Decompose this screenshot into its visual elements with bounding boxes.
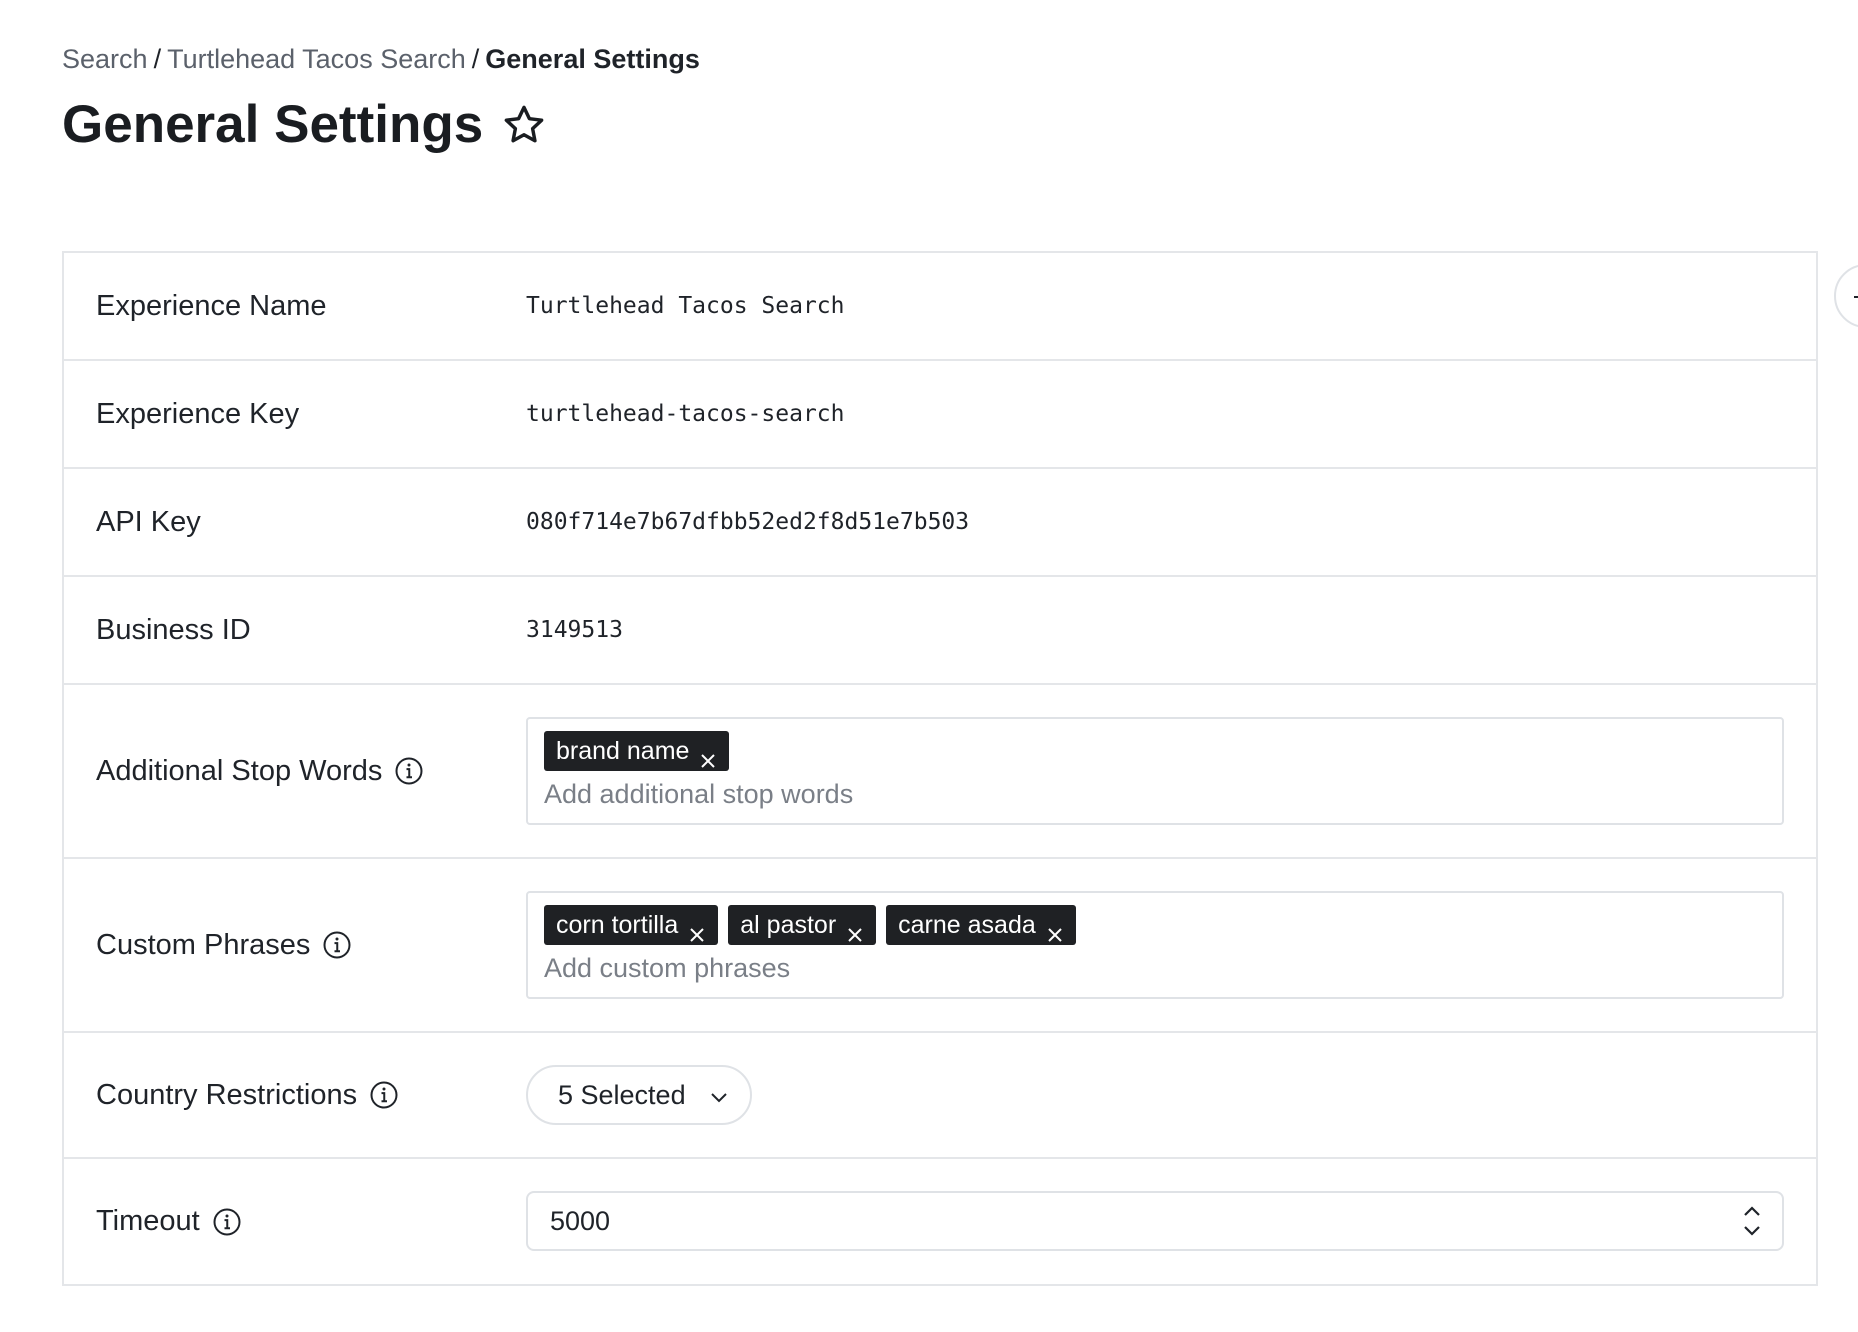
page-title: General Settings [62,95,484,154]
title-row: General Settings [62,95,547,155]
setting-label-with-info: Country Restrictions [96,1079,399,1112]
tag-chip: corn tortilla [544,905,719,945]
timeout-field[interactable] [548,1204,1740,1238]
tag-chip: carne asada [886,905,1076,945]
setting-label: Business ID [96,613,251,646]
custom-phrases-input[interactable]: corn tortilla al pastor carne asada [526,891,1784,999]
chevron-down-icon [708,1084,730,1106]
tag-chip: brand name [544,731,730,771]
info-icon[interactable] [322,930,352,960]
stop-words-text-field[interactable] [544,779,1144,810]
settings-table: Experience Name Turtlehead Tacos Search … [62,251,1818,1286]
setting-label: Experience Name [96,289,327,322]
setting-row-timeout: Timeout [64,1159,1816,1284]
setting-row-experience-key: Experience Key turtlehead-tacos-search [64,361,1816,469]
setting-label: Experience Key [96,397,300,430]
setting-label-text: Additional Stop Words [96,754,383,787]
close-icon[interactable] [688,916,706,942]
setting-row-country-restrictions: Country Restrictions 5 Selected [64,1033,1816,1159]
tag-list: brand name [544,731,1766,771]
setting-label: API Key [96,505,201,538]
business-id-value: 3149513 [526,617,623,643]
experience-key-value: turtlehead-tacos-search [526,401,845,427]
breadcrumb-separator: / [471,44,480,74]
breadcrumb: Search / Turtlehead Tacos Search / General S… [62,44,700,75]
stop-words-input[interactable]: brand name [526,717,1784,825]
setting-row-api-key: API Key 080f714e7b67dfbb52ed2f8d51e7b503 [64,469,1816,577]
close-icon[interactable] [846,916,864,942]
tag-chip: al pastor [728,905,877,945]
collapse-panel-handle[interactable] [1834,264,1858,328]
setting-label-with-info: Additional Stop Words [96,755,424,788]
tag-label: al pastor [740,911,837,939]
general-settings-page: Search / Turtlehead Tacos Search / General S… [0,0,1858,1332]
tag-label: carne asada [898,911,1036,939]
setting-label-with-info: Custom Phrases [96,929,352,962]
custom-phrases-text-field[interactable] [544,953,1144,984]
api-key-value: 080f714e7b67dfbb52ed2f8d51e7b503 [526,509,970,535]
setting-label-text: Timeout [96,1205,200,1237]
setting-row-experience-name: Experience Name Turtlehead Tacos Search [64,253,1816,361]
setting-row-custom-phrases: Custom Phrases corn tortilla al pastor c… [64,859,1816,1033]
breadcrumb-link-experience[interactable]: Turtlehead Tacos Search [167,44,466,74]
country-restrictions-dropdown[interactable]: 5 Selected [526,1065,752,1125]
info-icon[interactable] [369,1080,399,1110]
close-icon[interactable] [699,742,717,768]
setting-label-text: Custom Phrases [96,928,311,961]
breadcrumb-current: General Settings [485,44,700,74]
breadcrumb-link-search[interactable]: Search [62,44,148,74]
close-icon[interactable] [1046,916,1064,942]
info-icon[interactable] [394,756,424,786]
tag-list: corn tortilla al pastor carne asada [544,905,1766,945]
setting-label-text: Country Restrictions [96,1078,358,1111]
breadcrumb-separator: / [153,44,162,74]
setting-label-with-info: Timeout [96,1205,242,1238]
setting-row-stop-words: Additional Stop Words brand name [64,685,1816,859]
tag-label: corn tortilla [556,911,679,939]
star-icon[interactable] [501,102,547,148]
experience-name-value: Turtlehead Tacos Search [526,293,845,319]
info-icon[interactable] [212,1207,242,1237]
timeout-input[interactable] [526,1191,1784,1251]
tag-label: brand name [556,737,690,765]
stepper-arrows-icon[interactable] [1740,1202,1764,1240]
dropdown-selected-value: 5 Selected [558,1079,686,1110]
setting-row-business-id: Business ID 3149513 [64,577,1816,685]
